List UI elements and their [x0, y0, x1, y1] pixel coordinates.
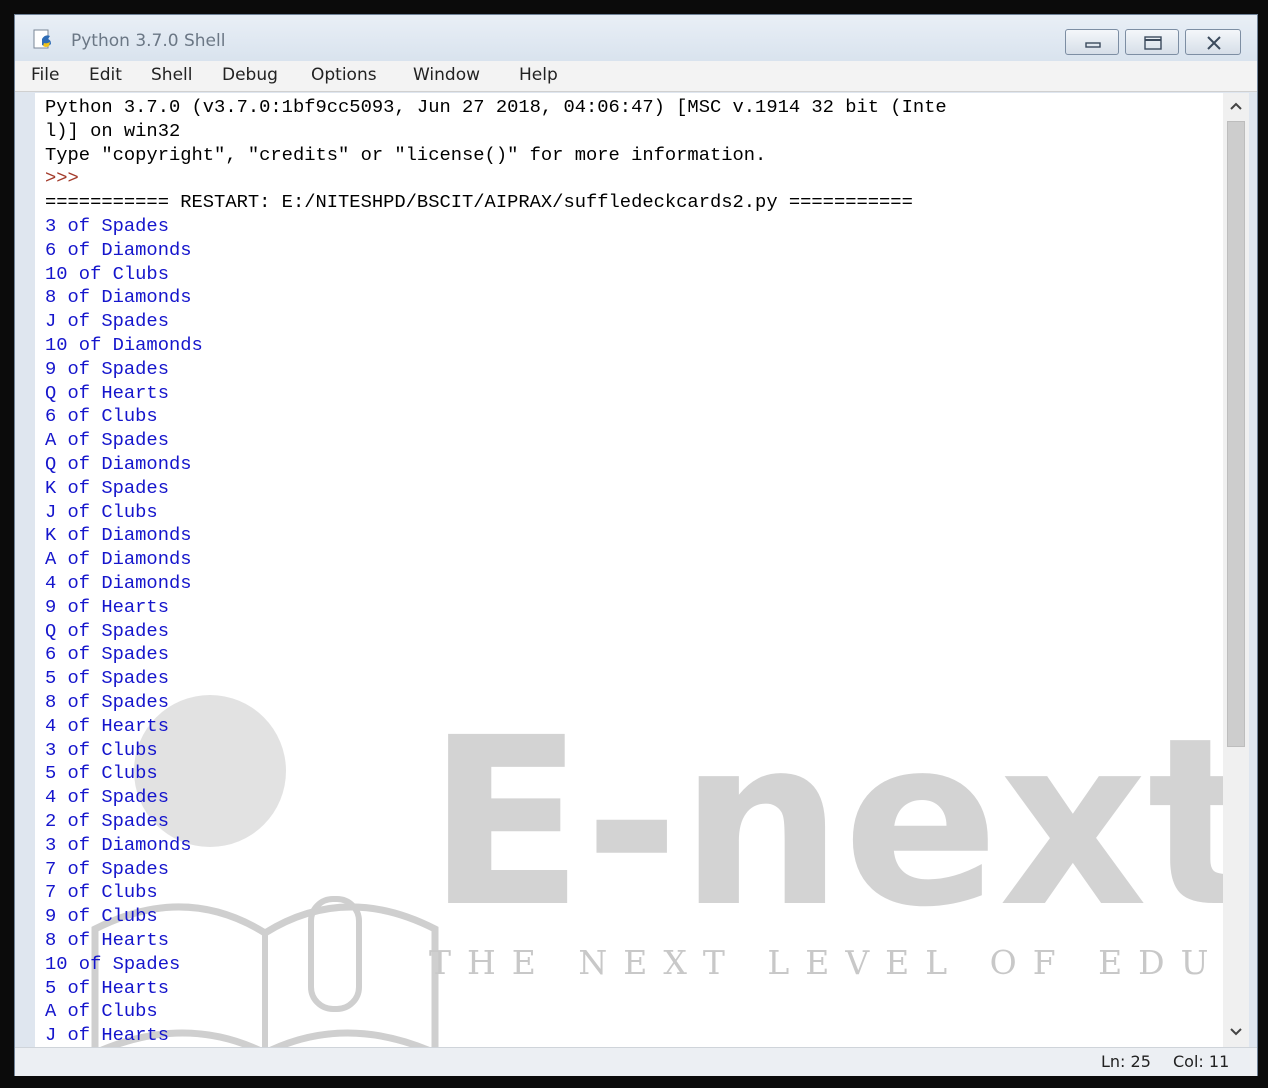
output-line: 7 of Spades	[45, 857, 169, 880]
output-line: 8 of Hearts	[45, 929, 169, 951]
system-line: =========== RESTART: E:/NITESHPD/BSCIT/A…	[45, 191, 913, 214]
title-bar[interactable]: Python 3.7.0 Shell	[15, 15, 1257, 61]
output-line: 9 of Spades	[45, 357, 169, 380]
menu-file[interactable]: File	[31, 65, 59, 85]
output-line: J of Hearts	[45, 1024, 169, 1047]
output-line: A of Clubs	[45, 1000, 158, 1023]
output-line: K of Spades	[45, 476, 169, 499]
minimize-icon	[1085, 42, 1101, 48]
menu-window[interactable]: Window	[413, 65, 480, 85]
output-line: 5 of Hearts	[45, 976, 169, 999]
shell-text-area[interactable]: E-next THE NEXT LEVEL OF EDUCATION Pytho…	[35, 93, 1223, 1047]
output-line: 9 of Hearts	[45, 595, 169, 618]
output-line: Q of Diamonds	[45, 453, 192, 475]
system-line: l)] on win32	[45, 119, 181, 142]
system-line: Python 3.7.0 (v3.7.0:1bf9cc5093, Jun 27 …	[45, 96, 947, 118]
output-line: 3 of Spades	[45, 215, 169, 237]
enext-watermark-logo: E-next	[91, 688, 1223, 1047]
status-column-number: Col: 11	[1173, 1052, 1230, 1071]
close-button[interactable]	[1185, 29, 1241, 55]
output-line: 6 of Diamonds	[45, 238, 192, 261]
minimize-button[interactable]	[1065, 29, 1119, 55]
prompt-line: >>>	[45, 167, 91, 190]
scrollbar-thumb[interactable]	[1227, 121, 1245, 747]
maximize-icon	[1144, 36, 1162, 50]
watermark-logo-text: E-next	[427, 688, 1223, 958]
window-title: Python 3.7.0 Shell	[71, 31, 226, 51]
output-line: 6 of Spades	[45, 643, 169, 666]
status-bar: Ln: 25 Col: 11	[15, 1047, 1257, 1076]
output-line: 10 of Spades	[45, 952, 181, 975]
output-line: 10 of Diamonds	[45, 334, 203, 356]
output-line: 9 of Clubs	[45, 905, 158, 928]
close-icon	[1207, 36, 1221, 50]
python-shell-window: Python 3.7.0 Shell File Edit Shell Debug…	[14, 14, 1258, 1076]
output-line: 10 of Clubs	[45, 262, 169, 285]
output-line: J of Clubs	[45, 500, 158, 523]
output-line: A of Diamonds	[45, 548, 192, 571]
menu-shell[interactable]: Shell	[151, 65, 192, 85]
output-line: 6 of Clubs	[45, 405, 158, 428]
output-line: 2 of Spades	[45, 810, 169, 832]
output-line: K of Diamonds	[45, 524, 192, 547]
output-line: A of Spades	[45, 429, 169, 452]
watermark-tagline: THE NEXT LEVEL OF EDUCATION	[429, 943, 1223, 982]
output-line: 4 of Hearts	[45, 714, 169, 737]
menu-bar: File Edit Shell Debug Options Window Hel…	[15, 61, 1257, 92]
python-idle-icon	[33, 29, 51, 49]
status-line-number: Ln: 25	[1101, 1052, 1151, 1071]
menu-debug[interactable]: Debug	[222, 65, 278, 85]
output-line: 3 of Clubs	[45, 738, 158, 761]
output-line: 5 of Spades	[45, 667, 169, 690]
output-line: 3 of Diamonds	[45, 833, 192, 856]
menu-help[interactable]: Help	[519, 65, 558, 85]
output-line: 8 of Spades	[45, 691, 169, 713]
output-line: Q of Hearts	[45, 381, 169, 404]
scroll-down-icon[interactable]	[1228, 1025, 1244, 1039]
vertical-scrollbar[interactable]	[1223, 93, 1249, 1047]
scroll-up-icon[interactable]	[1228, 99, 1244, 113]
output-line: 4 of Spades	[45, 786, 169, 809]
output-line: 5 of Clubs	[45, 762, 158, 785]
menu-options[interactable]: Options	[311, 65, 377, 85]
menu-edit[interactable]: Edit	[89, 65, 122, 85]
output-line: 4 of Diamonds	[45, 572, 192, 594]
output-line: 7 of Clubs	[45, 881, 158, 904]
output-line: 8 of Diamonds	[45, 286, 192, 309]
maximize-button[interactable]	[1125, 29, 1179, 55]
system-line: Type "copyright", "credits" or "license(…	[45, 143, 767, 166]
output-line: J of Spades	[45, 310, 169, 333]
output-line: Q of Spades	[45, 619, 169, 642]
